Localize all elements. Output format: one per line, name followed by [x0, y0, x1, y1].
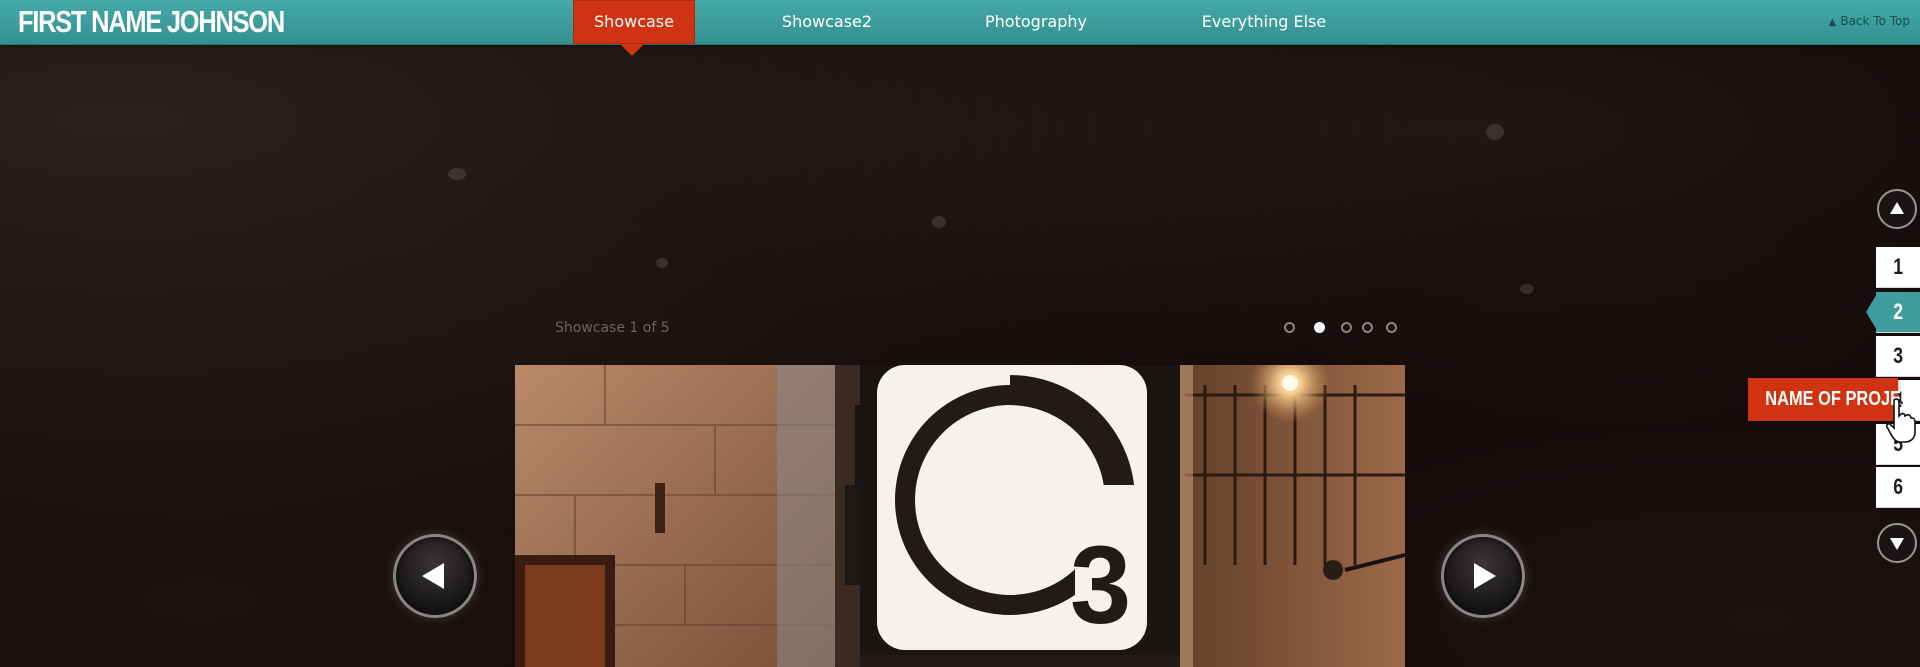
bokeh-light [932, 216, 946, 228]
arrow-left-icon [422, 563, 444, 589]
slide-dot[interactable] [1386, 322, 1397, 333]
slide-dot[interactable] [1284, 322, 1295, 333]
back-to-top-label: Back To Top [1840, 14, 1910, 28]
arrow-down-icon [1890, 538, 1904, 550]
showcase-counter: Showcase 1 of 5 [555, 320, 670, 336]
slide-dot-active[interactable] [1314, 322, 1325, 333]
pager-item-2[interactable]: 2 [1876, 292, 1920, 333]
pager-item-1[interactable]: 1 [1876, 247, 1920, 288]
slide-dot[interactable] [1341, 322, 1352, 333]
site-logo[interactable]: FIRST NAME JOHNSON [18, 3, 285, 41]
top-navigation-bar: FIRST NAME JOHNSON Showcase Showcase2 Ph… [0, 0, 1920, 45]
bokeh-light [1486, 124, 1504, 140]
pager-item-6[interactable]: 6 [1876, 467, 1920, 508]
pager-item-3[interactable]: 3 [1876, 336, 1920, 377]
next-slide-button[interactable] [1441, 534, 1525, 618]
pager-up-button[interactable] [1877, 189, 1917, 229]
nav-everything-else[interactable]: Everything Else [1196, 0, 1332, 44]
bokeh-light [656, 258, 668, 268]
pager-down-button[interactable] [1877, 523, 1917, 563]
bokeh-light [448, 168, 466, 180]
nav-showcase2[interactable]: Showcase2 [770, 0, 884, 44]
nav-photography[interactable]: Photography [976, 0, 1096, 44]
showcase-image: 3 [515, 365, 1405, 667]
project-name-tooltip: NAME OF PROJECT [1748, 378, 1920, 421]
slide-dot[interactable] [1362, 322, 1373, 333]
hand-cursor-icon [1886, 398, 1916, 443]
arrow-up-small-icon: ▲ [1828, 17, 1837, 28]
arrow-right-icon [1474, 563, 1496, 589]
back-to-top-link[interactable]: ▲ Back To Top [1829, 14, 1910, 28]
active-nav-pointer-icon [620, 44, 644, 56]
arrow-up-icon [1890, 202, 1904, 214]
sign-number: 3 [1070, 524, 1131, 647]
previous-slide-button[interactable] [393, 534, 477, 618]
nav-showcase[interactable]: Showcase [573, 0, 695, 44]
bokeh-light [1520, 284, 1534, 294]
